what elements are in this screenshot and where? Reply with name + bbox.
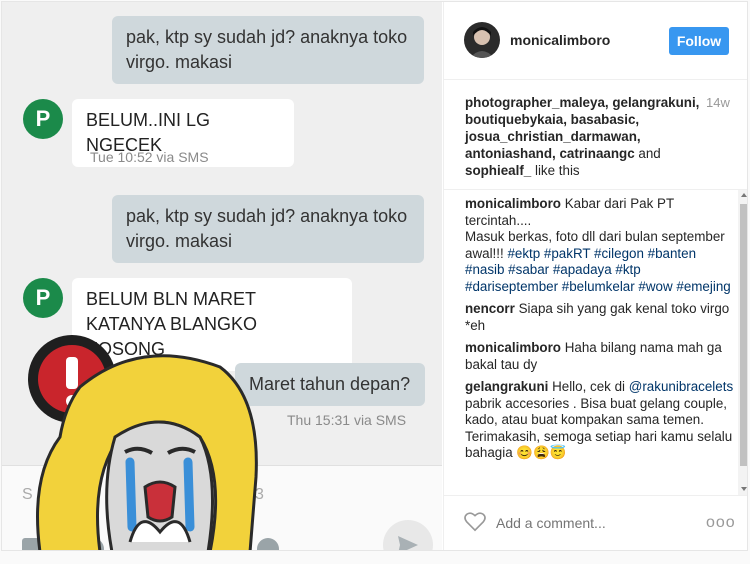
- comment-item: monicalimboro Haha bilang nama mah ga ba…: [465, 340, 735, 373]
- liked-by-users[interactable]: photographer_maleya, gelangrakuni, bouti…: [465, 95, 699, 161]
- instagram-panel: monicalimboro Follow photographer_maleya…: [443, 2, 747, 550]
- comment-user[interactable]: nencorr: [465, 301, 515, 316]
- comment-text: pabrik accesories . Bisa buat gelang cou…: [465, 395, 733, 461]
- sms-screenshot: pak, ktp sy sudah jd? anaknya toko virgo…: [2, 2, 442, 550]
- likes-suffix: like this: [534, 163, 580, 178]
- likes-and: and: [638, 146, 661, 161]
- comment-item: gelangrakuni Hello, cek di @rakunibracel…: [465, 379, 735, 462]
- heart-icon[interactable]: [464, 512, 486, 532]
- outgoing-message: pak, ktp sy sudah jd? anaknya toko virgo…: [112, 16, 424, 84]
- follow-button[interactable]: Follow: [669, 27, 729, 55]
- comments-scrollbar[interactable]: [738, 190, 747, 495]
- post-actions: ooo: [444, 495, 747, 550]
- crying-girl-sticker: [28, 335, 258, 550]
- avatar[interactable]: [464, 22, 500, 58]
- more-options-icon[interactable]: ooo: [706, 514, 736, 532]
- comment-text: Hello, cek di: [552, 379, 626, 394]
- comment-item: nencorr Siapa sih yang gak kenal toko vi…: [465, 301, 735, 334]
- scroll-up-icon[interactable]: [741, 193, 747, 197]
- comment-item: monicalimboro Kabar dari Pak PT tercinta…: [465, 196, 735, 295]
- post-header: monicalimboro Follow: [444, 2, 747, 80]
- contact-avatar: P: [23, 99, 63, 139]
- scroll-thumb[interactable]: [740, 204, 747, 466]
- comment-mention[interactable]: @rakunibracelets: [629, 379, 733, 394]
- message-meta: Thu 15:31 via SMS: [287, 412, 407, 428]
- comment-user[interactable]: gelangrakuni: [465, 379, 548, 394]
- screen: pak, ktp sy sudah jd? anaknya toko virgo…: [1, 1, 748, 551]
- scroll-down-icon[interactable]: [741, 487, 747, 491]
- comments-list[interactable]: monicalimboro Kabar dari Pak PT tercinta…: [444, 189, 747, 495]
- comment-user[interactable]: monicalimboro: [465, 196, 561, 211]
- liked-by-user[interactable]: sophiealf_: [465, 163, 531, 178]
- outgoing-message: pak, ktp sy sudah jd? anaknya toko virgo…: [112, 195, 424, 263]
- contact-avatar: P: [23, 278, 63, 318]
- message-meta: Tue 10:52 via SMS: [90, 149, 209, 165]
- comment-user[interactable]: monicalimboro: [465, 340, 561, 355]
- add-comment-input[interactable]: [496, 515, 666, 531]
- post-time[interactable]: 14w: [706, 95, 730, 110]
- comment-hashtags[interactable]: #ektp #pakRT #cilegon #banten #nasib #sa…: [465, 246, 731, 294]
- username-link[interactable]: monicalimboro: [510, 32, 610, 48]
- likes-line: photographer_maleya, gelangrakuni, bouti…: [465, 94, 705, 179]
